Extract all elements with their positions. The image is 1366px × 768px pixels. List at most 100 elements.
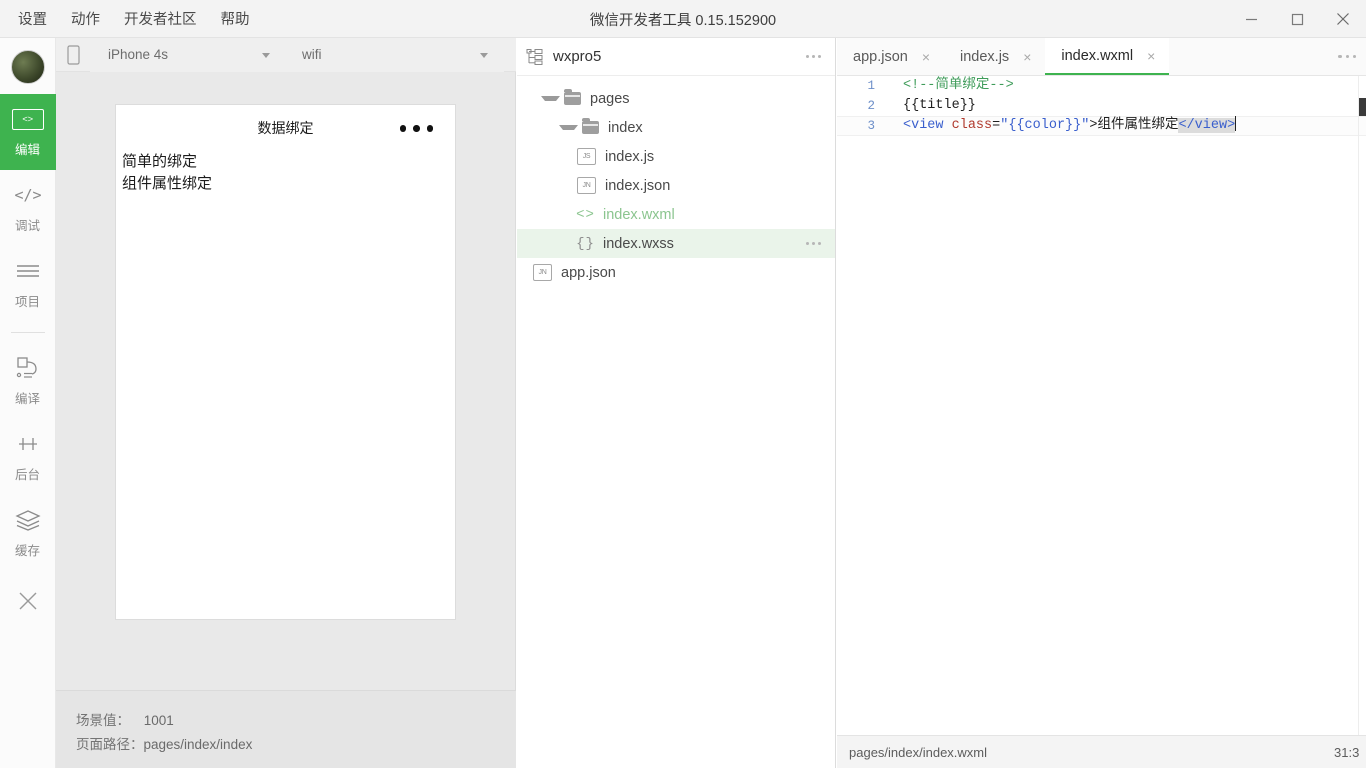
folder-icon <box>582 118 599 134</box>
rail-item-edit[interactable]: <> 编辑 <box>0 94 56 170</box>
rail-divider <box>10 332 45 333</box>
page-path-label: 页面路径： <box>76 737 144 752</box>
rail-item-label: 调试 <box>14 219 40 233</box>
line-number: 3 <box>867 119 875 133</box>
left-rail: <> 编辑 </> 调试 项目 编译 后台 缓存 <box>0 38 56 768</box>
editor-pane: app.json × index.js × index.wxml × 1 <!-… <box>837 38 1366 768</box>
tab-app-json[interactable]: app.json × <box>837 38 945 75</box>
rail-item-label: 编辑 <box>14 143 40 157</box>
rail-item-project[interactable]: 项目 <box>0 246 56 322</box>
code-token-selection: </view> <box>1178 118 1236 133</box>
tree-node-index-wxss[interactable]: {} index.wxss <box>517 229 835 258</box>
rail-item-compile[interactable]: 编译 <box>0 343 56 419</box>
tree-node-label: index.wxml <box>603 206 675 223</box>
tree-node-label: index.json <box>605 177 671 194</box>
scene-value-row: 场景值： 1001 <box>76 709 516 733</box>
rail-item-label: 缓存 <box>14 544 40 558</box>
code-line-text: {{title}} <box>903 98 976 113</box>
json-file-icon: JN <box>577 177 596 194</box>
tab-close-icon[interactable]: × <box>1023 50 1031 64</box>
layers-icon <box>14 507 42 533</box>
tree-node-index-json[interactable]: JN index.json <box>517 171 835 200</box>
chevron-down-icon[interactable] <box>559 125 578 130</box>
scene-label: 场景值： <box>76 713 130 728</box>
menu-item-community[interactable]: 开发者社区 <box>124 8 197 29</box>
maximize-button[interactable] <box>1274 0 1320 38</box>
tree-node-index-js[interactable]: JS index.js <box>517 142 835 171</box>
phone-content: 简单的绑定 组件属性绑定 <box>116 151 455 195</box>
line-number: 1 <box>867 79 875 93</box>
editor-tabs: app.json × index.js × index.wxml × <box>837 38 1366 76</box>
chevron-down-icon[interactable] <box>541 96 560 101</box>
more-dots-icon[interactable] <box>399 125 433 132</box>
folder-icon <box>564 89 581 105</box>
tab-close-icon[interactable]: × <box>1147 49 1155 63</box>
background-icon <box>15 431 41 457</box>
title-bar: 设置 动作 开发者社区 帮助 微信开发者工具 0.15.152900 <box>0 0 1366 38</box>
rail-item-background[interactable]: 后台 <box>0 419 56 495</box>
tree-node-label: index <box>608 119 643 136</box>
project-more-icon[interactable] <box>806 54 821 58</box>
tree-node-index-wxml[interactable]: <> index.wxml <box>517 200 835 229</box>
tree-node-index-folder[interactable]: index <box>517 113 835 142</box>
close-icon <box>19 592 36 610</box>
js-file-icon: JS <box>577 148 596 165</box>
lines-icon <box>15 258 41 284</box>
close-button[interactable] <box>1320 0 1366 38</box>
device-select[interactable]: iPhone 4s <box>90 37 286 72</box>
svg-text:</>: </> <box>14 186 41 204</box>
tree-node-label: index.wxss <box>603 235 674 252</box>
tree-node-pages[interactable]: pages <box>517 84 835 113</box>
status-cursor-position: 31:3 <box>1334 744 1360 760</box>
rail-close-button[interactable] <box>0 571 56 631</box>
code-line-text: <view class="{{color}}">组件属性绑定</view> <box>903 118 1236 133</box>
tree-node-label: app.json <box>561 264 616 281</box>
page-title: 数据绑定 <box>257 120 314 136</box>
close-icon <box>1337 13 1349 25</box>
code-token-string: "{{color}}" <box>1000 118 1090 133</box>
menu-bar: 设置 动作 开发者社区 帮助 <box>0 8 250 29</box>
file-tree-header: wxpro5 <box>517 38 835 76</box>
tab-index-wxml[interactable]: index.wxml × <box>1045 38 1170 75</box>
wxml-file-icon: <> <box>576 206 595 223</box>
chevron-down-icon <box>262 52 270 58</box>
rail-item-debug[interactable]: </> 调试 <box>0 170 56 246</box>
code-token-tag: <view <box>903 118 944 133</box>
editor-tabs-more-icon[interactable] <box>1338 54 1356 58</box>
simulator-pane: iPhone 4s wifi 数据绑定 简单的绑定 组件属性绑定 场景值： 10… <box>56 37 516 768</box>
file-tree-pane: wxpro5 pages index JS index.js JN index.… <box>517 38 1204 768</box>
project-tree-icon <box>517 48 553 66</box>
network-select[interactable]: wifi <box>286 37 504 72</box>
tab-index-js[interactable]: index.js × <box>944 38 1046 75</box>
phone-navbar: 数据绑定 <box>116 105 455 151</box>
minimize-icon <box>1245 18 1257 20</box>
editor-scrollbar[interactable] <box>1358 76 1366 735</box>
code-line: 1 <!--简单绑定--> <box>837 76 1366 96</box>
preview-line-2: 组件属性绑定 <box>122 175 213 192</box>
scrollbar-thumb[interactable] <box>1359 98 1366 116</box>
code-token-text: 组件属性绑定 <box>1097 118 1179 133</box>
simulator-footer: 场景值： 1001 页面路径：pages/index/index <box>56 690 516 768</box>
tree-node-app-json[interactable]: JN app.json <box>517 258 835 287</box>
menu-item-settings[interactable]: 设置 <box>18 8 47 29</box>
app-window: 设置 动作 开发者社区 帮助 微信开发者工具 0.15.152900 <> 编辑 <box>0 0 1366 768</box>
code-box-icon: <> <box>11 106 44 132</box>
editor-status-bar: pages/index/index.wxml 31:3 <box>837 735 1366 768</box>
window-controls <box>1228 0 1366 38</box>
menu-item-actions[interactable]: 动作 <box>71 8 100 29</box>
network-select-value: wifi <box>302 47 322 62</box>
menu-item-help[interactable]: 帮助 <box>221 8 250 29</box>
row-more-icon[interactable] <box>806 241 821 245</box>
rail-item-cache[interactable]: 缓存 <box>0 495 56 571</box>
avatar[interactable] <box>10 50 45 84</box>
wxss-file-icon: {} <box>576 235 595 252</box>
phone-preview[interactable]: 数据绑定 简单的绑定 组件属性绑定 <box>115 104 456 620</box>
tab-label: app.json <box>853 48 908 65</box>
tab-close-icon[interactable]: × <box>922 50 930 64</box>
code-line: 2 {{title}} <box>837 96 1366 116</box>
minimize-button[interactable] <box>1228 0 1274 38</box>
code-line-current: 3 <view class="{{color}}">组件属性绑定</view> <box>837 116 1366 136</box>
rail-item-label: 后台 <box>14 468 40 482</box>
phone-icon[interactable] <box>56 44 90 65</box>
code-area[interactable]: 1 <!--简单绑定--> 2 {{title}} 3 <view class=… <box>837 76 1366 735</box>
